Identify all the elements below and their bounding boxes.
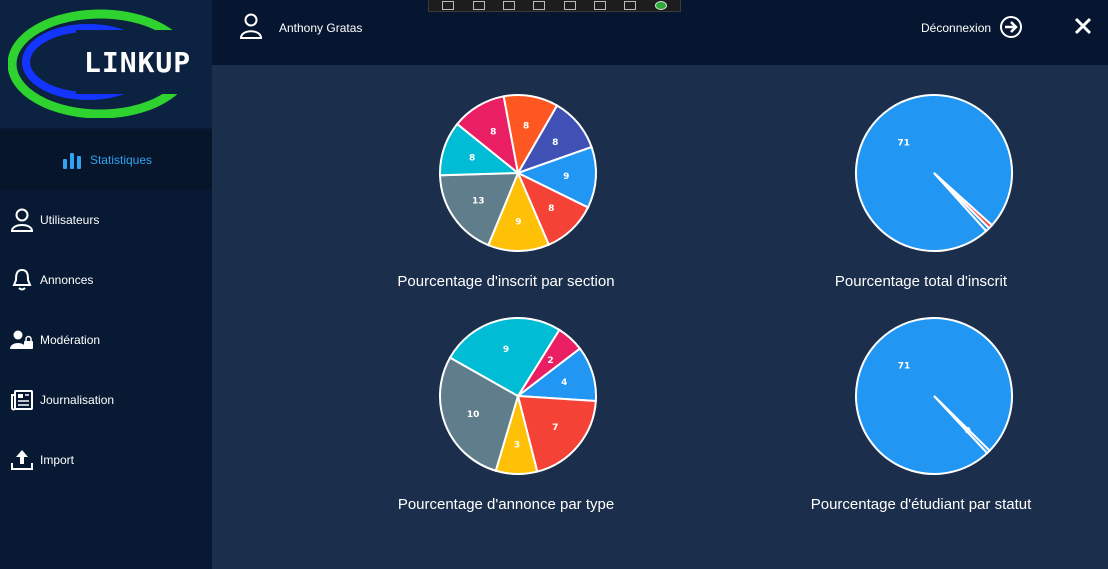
pie-slice-label: 9 <box>515 217 521 227</box>
sidebar-item-statistiques[interactable]: Statistiques <box>0 130 212 190</box>
logo-text: LINKUP <box>84 46 192 79</box>
cut-icon[interactable] <box>594 1 607 10</box>
chart-title: Pourcentage d'inscrit par section <box>397 273 615 290</box>
pie-slice-label: 8 <box>548 204 554 214</box>
pie-slice-label: 10 <box>467 410 480 420</box>
pie-chart-etudiant-statut: 71 0 <box>854 317 1013 476</box>
sidebar-item-utilisateurs[interactable]: Utilisateurs <box>0 190 212 250</box>
sidebar-item-moderation[interactable]: Modération <box>0 310 212 370</box>
pie-chart-total-inscrit: 71 <box>855 94 1013 252</box>
text-icon[interactable] <box>624 1 637 10</box>
sidebar-item-import[interactable]: Import <box>0 430 212 490</box>
sidebar: LINKUP Statistiques Utilisateurs Annonce… <box>0 0 212 569</box>
sidebar-item-label: Statistiques <box>89 153 153 167</box>
pie-slice-label: 2 <box>547 356 553 366</box>
pie-slice-label: 8 <box>552 138 558 148</box>
select-icon[interactable] <box>442 1 455 10</box>
pie-slice-label: 3 <box>514 440 520 450</box>
window-icon[interactable] <box>533 1 546 10</box>
sidebar-item-label: Journalisation <box>40 393 115 407</box>
sidebar-item-annonces[interactable]: Annonces <box>0 250 212 310</box>
pie-slice-label: 8 <box>490 127 496 137</box>
sidebar-item-label: Annonces <box>40 273 94 287</box>
user-name: Anthony Gratas <box>279 21 363 35</box>
bar-chart-icon <box>60 148 84 172</box>
cursor2-icon[interactable] <box>563 1 576 10</box>
pie-slice-label: 71 <box>897 139 910 149</box>
chart-title: Pourcentage d'étudiant par statut <box>810 496 1032 513</box>
pie-slice-label: 0 <box>965 427 971 437</box>
pie-slice-label: 71 <box>898 361 911 371</box>
logout-button[interactable]: Déconnexion <box>921 21 991 35</box>
chart-title: Pourcentage total d'inscrit <box>834 273 1008 290</box>
pie-slice-label: 13 <box>472 196 485 206</box>
sidebar-item-label: Import <box>40 453 75 467</box>
pie-slice-label: 8 <box>523 121 529 131</box>
bell-icon <box>10 268 34 292</box>
pie-slice-label: 9 <box>563 172 569 182</box>
pie-chart-annonce-type: 2 4 7 3 10 9 <box>439 317 597 475</box>
user-icon <box>10 208 34 232</box>
app-logo: LINKUP <box>0 0 212 128</box>
pie-chart-inscrit-section: 8 9 8 9 13 8 8 8 <box>439 94 597 252</box>
pie-slice-label: 7 <box>552 423 558 433</box>
newspaper-icon <box>10 388 34 412</box>
frame-icon[interactable] <box>472 1 485 10</box>
sidebar-item-label: Utilisateurs <box>40 213 100 227</box>
user-icon <box>239 13 263 44</box>
capture-toolbar <box>428 0 681 12</box>
check-icon[interactable] <box>654 1 667 10</box>
cursor-icon[interactable] <box>502 1 515 10</box>
chart-title: Pourcentage d'annonce par type <box>397 496 615 513</box>
pie-slice-label: 8 <box>469 154 475 164</box>
pie-slice-label: 9 <box>503 345 509 355</box>
sidebar-item-label: Modération <box>40 333 101 347</box>
arrow-right-circle-icon[interactable] <box>999 15 1023 44</box>
upload-icon <box>10 448 34 472</box>
user-lock-icon <box>10 328 34 352</box>
pie-slice-label: 4 <box>561 378 567 388</box>
sidebar-item-journalisation[interactable]: Journalisation <box>0 370 212 430</box>
close-icon[interactable] <box>1073 16 1093 41</box>
